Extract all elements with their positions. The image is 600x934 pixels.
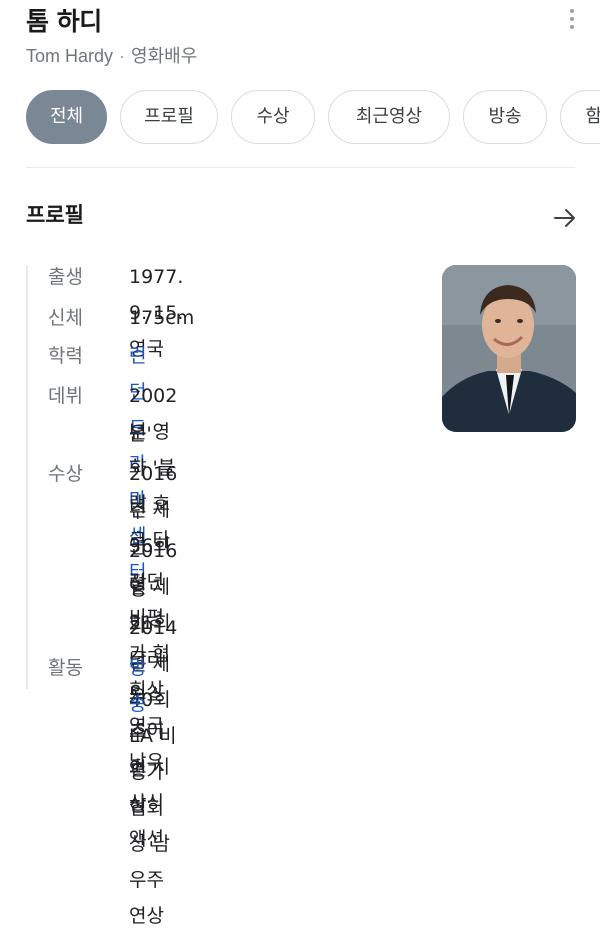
english-name: Tom Hardy	[26, 46, 114, 66]
awards-label: 수상	[48, 463, 83, 485]
arrow-right-icon[interactable]	[552, 205, 578, 231]
tab-profile[interactable]: 프로필	[120, 90, 218, 144]
occupation: 영화배우	[131, 46, 198, 66]
education-label: 학력	[48, 345, 83, 367]
profile-photo[interactable]	[442, 265, 576, 432]
activity-label: 활동	[48, 657, 83, 679]
separator-dot: ·	[119, 46, 126, 66]
section-rule	[26, 265, 28, 689]
profile-section-title: 프로필	[26, 203, 84, 227]
tab-awards[interactable]: 수상	[231, 90, 315, 144]
body-label: 신체	[48, 307, 83, 329]
debut-label: 데뷔	[48, 385, 83, 407]
more-options-icon[interactable]	[562, 4, 582, 34]
debut-value-line2: 운'	[129, 423, 152, 445]
subtitle: Tom Hardy · 영화배우	[26, 42, 197, 68]
portrait-image	[442, 265, 576, 432]
page-title: 톰 하디	[26, 7, 102, 36]
tab-together[interactable]: 함께	[560, 90, 600, 144]
divider	[26, 167, 575, 168]
activity-link[interactable]: 방송	[129, 650, 146, 722]
birth-label: 출생	[48, 266, 83, 288]
tab-recent-videos[interactable]: 최근영상	[328, 90, 450, 144]
tab-bar: 전체프로필수상최근영상방송함께	[26, 90, 600, 146]
tab-all[interactable]: 전체	[26, 90, 107, 144]
body-value: 175cm	[129, 307, 195, 329]
tab-broadcast[interactable]: 방송	[463, 90, 547, 144]
